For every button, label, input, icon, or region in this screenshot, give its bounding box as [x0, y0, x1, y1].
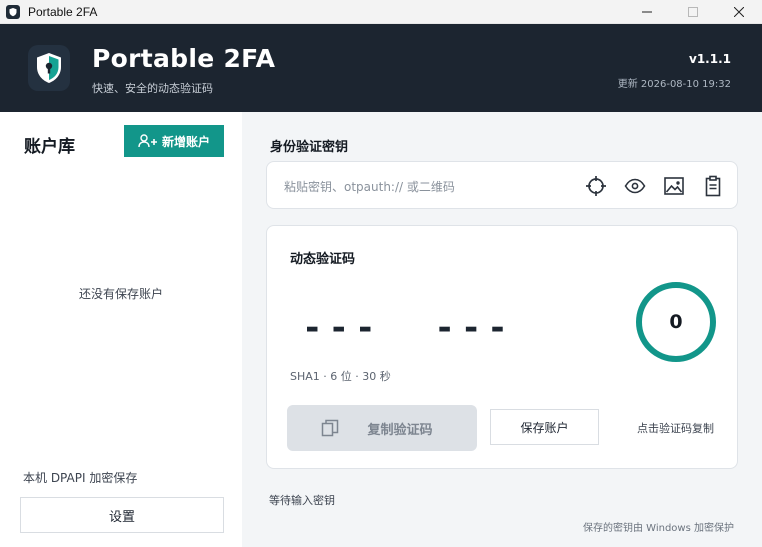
copy-hint: 点击验证码复制	[637, 422, 714, 435]
shield-lock-icon	[37, 53, 61, 83]
maximize-icon	[688, 7, 698, 17]
close-button[interactable]	[716, 0, 762, 24]
clipboard-icon[interactable]	[701, 174, 725, 198]
window-titlebar: Portable 2FA	[0, 0, 762, 24]
app-logo	[28, 45, 70, 91]
crosshair-icon[interactable]	[584, 174, 608, 198]
otp-title: 动态验证码	[290, 252, 356, 267]
app-subtitle: 快速、安全的动态验证码	[92, 82, 213, 95]
footer-note: 保存的密钥由 Windows 加密保护	[583, 523, 734, 534]
secret-input[interactable]: 粘贴密钥、otpauth:// 或二维码	[266, 161, 738, 209]
version-label: v1.1.1	[689, 52, 731, 66]
image-icon[interactable]	[662, 174, 686, 198]
app-name: Portable 2FA	[92, 44, 276, 73]
copy-code-label: 复制验证码	[367, 422, 433, 438]
account-sidebar: 账户库 新增账户 还没有保存账户 本机 DPAPI 加密保存 设置	[0, 112, 242, 547]
storage-note: 本机 DPAPI 加密保存	[23, 471, 138, 485]
window-title: Portable 2FA	[28, 4, 98, 19]
app-shield-icon	[6, 4, 20, 19]
close-icon	[734, 7, 744, 17]
app-header: Portable 2FA 快速、安全的动态验证码 v1.1.1 更新 2026-…	[0, 24, 762, 112]
minimize-icon	[642, 11, 652, 13]
otp-code[interactable]: --- ---	[302, 308, 514, 348]
otp-card: 动态验证码 --- --- 0 SHA1 · 6 位 · 30 秒 复制验证码 …	[266, 225, 738, 469]
maximize-button[interactable]	[670, 0, 716, 24]
secret-placeholder: 粘贴密钥、otpauth:// 或二维码	[284, 180, 455, 194]
sidebar-title: 账户库	[24, 137, 75, 157]
settings-button[interactable]: 设置	[20, 497, 224, 533]
updated-timestamp: 更新 2026-08-10 19:32	[617, 79, 731, 90]
otp-meta: SHA1 · 6 位 · 30 秒	[290, 370, 391, 383]
copy-icon	[322, 419, 339, 437]
secret-label: 身份验证密钥	[270, 140, 349, 155]
save-account-button[interactable]: 保存账户	[490, 409, 599, 445]
add-user-icon	[138, 134, 157, 148]
status-text: 等待输入密钥	[269, 494, 335, 507]
minimize-button[interactable]	[624, 0, 670, 24]
eye-icon[interactable]	[623, 174, 647, 198]
add-account-label: 新增账户	[161, 134, 210, 149]
countdown-value: 0	[669, 311, 683, 333]
add-account-button[interactable]: 新增账户	[124, 125, 224, 157]
empty-state-text: 还没有保存账户	[78, 287, 163, 301]
copy-code-button[interactable]: 复制验证码	[287, 405, 477, 451]
